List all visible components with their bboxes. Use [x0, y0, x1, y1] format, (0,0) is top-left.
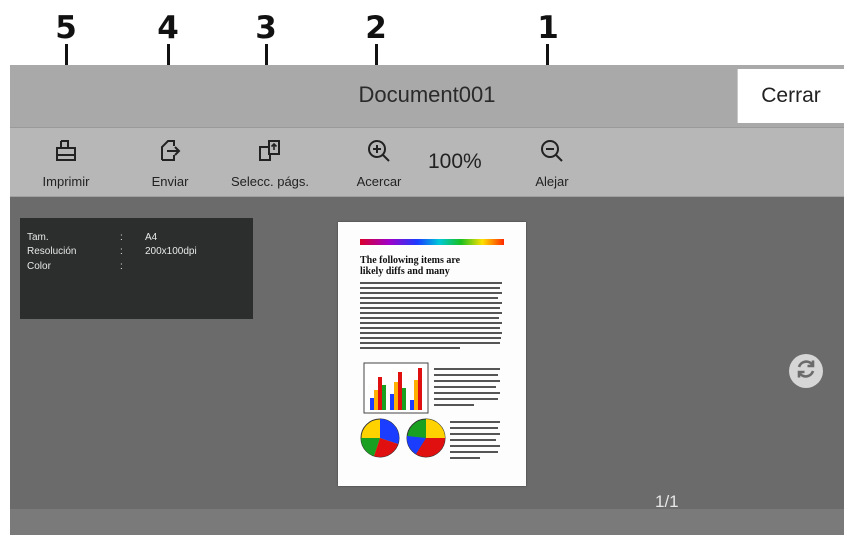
info-key: Color — [27, 261, 51, 272]
select-pages-label: Selecc. págs. — [230, 174, 310, 189]
print-button[interactable]: Imprimir — [32, 128, 100, 196]
send-button[interactable]: Enviar — [140, 128, 200, 196]
title-bar: Document001 Cerrar — [10, 65, 844, 128]
callout-3: 3 — [255, 10, 277, 46]
callout-2: 2 — [365, 10, 387, 46]
info-separator: : — [120, 246, 123, 257]
printer-icon — [54, 128, 78, 169]
toolbar: Imprimir Enviar Selecc. págs. Acercar 10… — [10, 128, 844, 197]
info-key: Tam. — [27, 232, 49, 243]
info-separator: : — [120, 232, 123, 243]
info-row-color: Color : — [27, 261, 247, 275]
send-icon — [157, 128, 183, 169]
preview-heading-line2: likely diffs and many — [360, 266, 450, 277]
rotate-button[interactable] — [789, 354, 823, 388]
device-screen: Document001 Cerrar Imprimir Enviar Selec… — [10, 65, 844, 535]
select-pages-icon — [256, 128, 284, 169]
info-key: Resolución — [27, 246, 77, 257]
send-label: Enviar — [151, 174, 189, 189]
rotate-icon — [795, 358, 817, 385]
document-info-panel: Tam. : A4 Resolución : 200x100dpi Color … — [20, 218, 253, 319]
zoom-in-button[interactable]: Acercar — [346, 128, 412, 196]
print-label: Imprimir — [42, 174, 90, 189]
close-button[interactable]: Cerrar — [737, 69, 844, 123]
bottom-bar — [10, 509, 844, 535]
zoom-out-icon — [539, 128, 565, 169]
zoom-out-button[interactable]: Alejar — [522, 128, 582, 196]
callout-1: 1 — [537, 10, 559, 46]
zoom-level: 100% — [428, 150, 482, 173]
info-separator: : — [120, 261, 123, 272]
info-value: A4 — [145, 232, 158, 243]
preview-area[interactable]: Tam. : A4 Resolución : 200x100dpi Color … — [10, 197, 844, 535]
page-thumbnail-graphic: The following items are likely diffs and… — [360, 239, 504, 459]
page-preview[interactable]: The following items are likely diffs and… — [338, 222, 526, 486]
zoom-in-label: Acercar — [356, 174, 402, 189]
zoom-out-label: Alejar — [535, 174, 569, 189]
info-row-resolution: Resolución : 200x100dpi — [27, 246, 247, 260]
zoom-in-icon — [366, 128, 392, 169]
document-title: Document001 — [358, 82, 496, 107]
info-row-size: Tam. : A4 — [27, 232, 247, 246]
preview-heading-line1: The following items are — [360, 255, 461, 266]
callout-5: 5 — [55, 10, 77, 46]
select-pages-button[interactable]: Selecc. págs. — [224, 128, 316, 196]
info-value: 200x100dpi — [145, 246, 197, 257]
callout-4: 4 — [157, 10, 179, 46]
